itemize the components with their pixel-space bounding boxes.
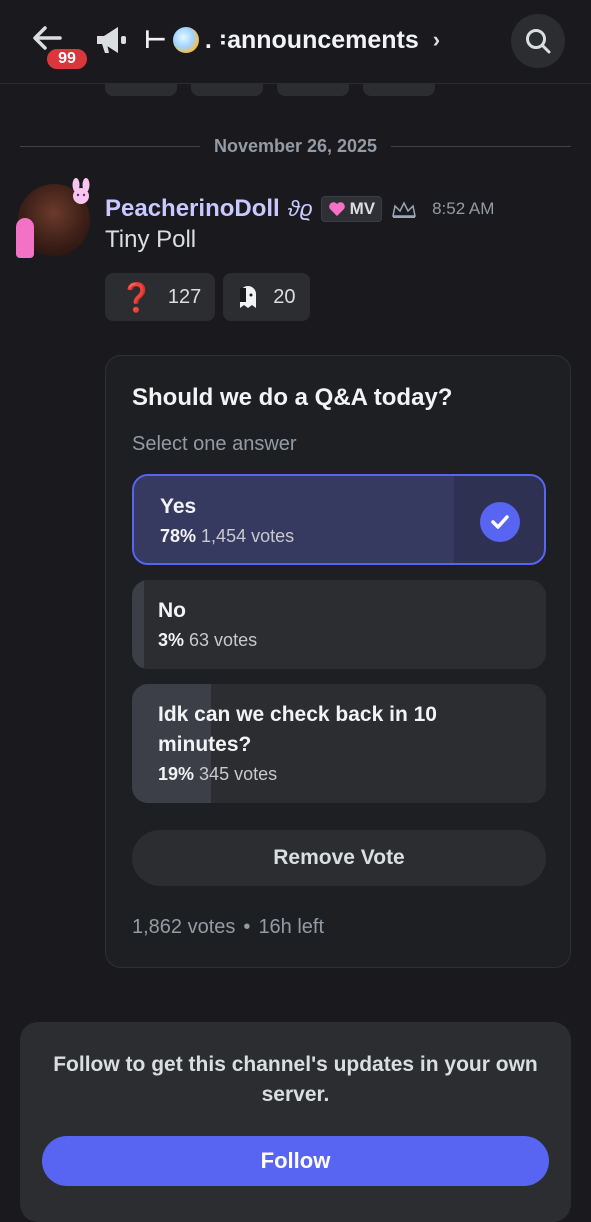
answer-percent: 19% (158, 764, 195, 784)
reaction-ghost[interactable]: 20 (223, 273, 310, 321)
question-mark-emoji: ❓ (119, 281, 154, 313)
follow-card: Follow to get this channel's updates in … (20, 1022, 571, 1222)
reaction-count: 20 (273, 285, 296, 308)
answer-stats: 3% 63 votes (158, 630, 257, 651)
reaction-question[interactable]: ❓ 127 (105, 273, 216, 321)
answer-progress (132, 580, 145, 669)
date-text: November 26, 2025 (213, 135, 378, 156)
megaphone-icon (94, 22, 130, 58)
follow-text: Follow to get this channel's updates in … (53, 1053, 538, 1106)
chevron-right-icon: › (432, 27, 441, 52)
heart-icon (328, 202, 345, 216)
channel-name-text: . ꞉announcements (204, 25, 419, 54)
answer-votes: 345 votes (199, 764, 278, 784)
reaction-count: 127 (167, 285, 202, 308)
message-content: Tiny Poll (105, 226, 197, 253)
selected-check-icon (480, 502, 520, 542)
avatar[interactable] (16, 178, 90, 258)
search-icon (526, 29, 551, 54)
channel-title[interactable]: ⊢ . ꞉announcements › (144, 22, 440, 58)
channel-prefix: ⊢ (144, 26, 167, 54)
reaction-partial[interactable] (277, 84, 349, 96)
divider-line (20, 145, 200, 147)
reactions: ❓ 127 20 (105, 273, 310, 321)
tag-label: MV (349, 199, 376, 218)
search-button[interactable] (511, 14, 565, 68)
answer-label: No (158, 599, 186, 622)
divider-line (391, 145, 572, 147)
reaction-partial[interactable] (363, 84, 435, 96)
poll-answer-no[interactable]: No 3% 63 votes (132, 580, 546, 669)
notification-badge: 99 (44, 46, 90, 72)
poll-question: Should we do a Q&A today? (132, 384, 453, 411)
answer-percent: 3% (158, 630, 185, 650)
separator-dot: • (243, 916, 251, 938)
total-votes: 1,862 votes (132, 916, 236, 938)
answer-label: Idk can we check back in 10 minutes? (158, 703, 437, 756)
bunny-icon (72, 178, 90, 204)
poll-answer-yes[interactable]: Yes 78% 1,454 votes (132, 474, 546, 565)
timestamp: 8:52 AM (432, 199, 495, 218)
answer-votes: 63 votes (189, 630, 258, 650)
poll-card: Should we do a Q&A today? Select one ans… (105, 355, 571, 968)
channel-header: 99 ⊢ . ꞉announcements › (0, 0, 591, 84)
bottle-decoration (16, 218, 34, 258)
username[interactable]: PeacherinoDoll (105, 195, 280, 223)
server-tag[interactable]: MV (320, 196, 383, 222)
answer-stats: 78% 1,454 votes (160, 526, 294, 547)
username-glyph: ϑϱ (287, 196, 313, 221)
poll-instruction: Select one answer (132, 433, 297, 455)
reaction-partial[interactable] (191, 84, 263, 96)
poll-answer-idk[interactable]: Idk can we check back in 10 minutes? 19%… (132, 684, 546, 803)
follow-button[interactable]: Follow (42, 1136, 549, 1186)
answer-percent: 78% (160, 526, 197, 546)
crystal-ball-icon (172, 27, 199, 53)
answer-stats: 19% 345 votes (158, 764, 277, 785)
reaction-partial[interactable] (105, 84, 177, 96)
answer-votes: 1,454 votes (201, 526, 295, 546)
previous-reactions (105, 84, 435, 96)
crown-icon (392, 201, 416, 218)
poll-footer: 1,862 votes • 16h left (132, 916, 324, 939)
ghost-emoji-icon (240, 286, 257, 308)
date-divider: November 26, 2025 (20, 128, 572, 164)
answer-label: Yes (160, 495, 197, 518)
message-header: PeacherinoDoll ϑϱ MV 8:52 AM (105, 192, 494, 226)
remove-vote-button[interactable]: Remove Vote (132, 830, 546, 886)
time-left: 16h left (258, 916, 325, 938)
